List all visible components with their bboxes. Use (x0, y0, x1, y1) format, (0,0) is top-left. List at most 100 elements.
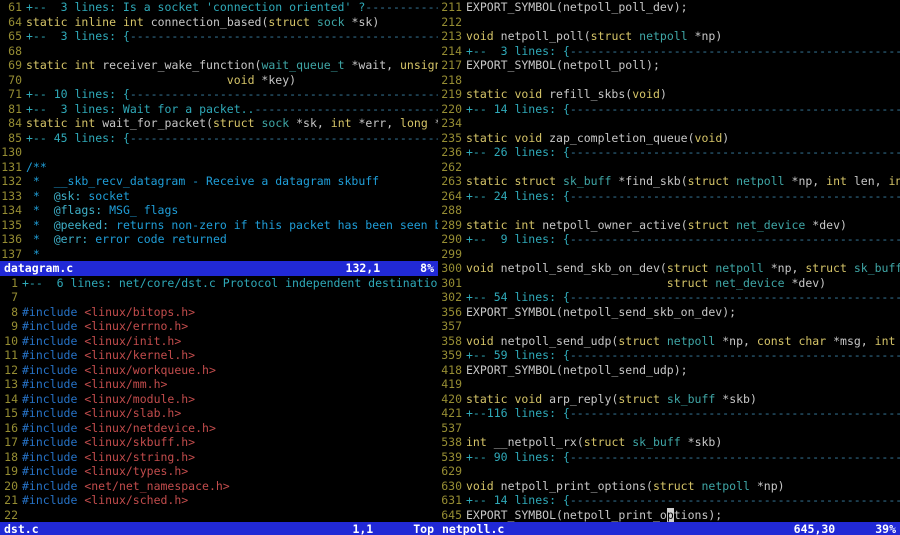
code-line[interactable]: 85+-- 45 lines: {-----------------------… (0, 131, 438, 146)
code-line[interactable]: 359+-- 59 lines: {----------------------… (438, 348, 900, 363)
code-line[interactable]: 419 (438, 377, 900, 392)
code-line[interactable]: 22 (0, 508, 438, 523)
code-text[interactable] (466, 203, 900, 218)
code-text[interactable] (466, 319, 900, 334)
code-line[interactable]: 132 * __skb_recv_datagram - Receive a da… (0, 174, 438, 189)
code-line[interactable]: 134 * @flags: MSG_ flags (0, 203, 438, 218)
code-text[interactable]: #include <linux/string.h> (22, 450, 438, 465)
code-line[interactable]: 11#include <linux/kernel.h> (0, 348, 438, 363)
code-text[interactable]: static int wait_for_packet(struct sock *… (26, 116, 438, 131)
code-text[interactable]: * @sk: socket (26, 189, 438, 204)
code-line[interactable]: 217EXPORT_SYMBOL(netpoll_poll); (438, 58, 900, 73)
code-text[interactable]: #include <linux/sched.h> (22, 493, 438, 508)
code-line[interactable]: 70 void *key) (0, 73, 438, 88)
code-text[interactable] (466, 73, 900, 88)
code-text[interactable]: static int netpoll_owner_active(struct n… (466, 218, 900, 233)
code-text[interactable]: * __skb_recv_datagram - Receive a datagr… (26, 174, 438, 189)
code-line[interactable]: 13#include <linux/mm.h> (0, 377, 438, 392)
code-text[interactable]: void netpoll_poll(struct netpoll *np) (466, 29, 900, 44)
code-line[interactable]: 211EXPORT_SYMBOL(netpoll_poll_dev); (438, 0, 900, 15)
code-text[interactable]: +-- 59 lines: {-------------------------… (466, 348, 900, 363)
buffer-dst[interactable]: 1+-- 6 lines: net/core/dst.c Protocol in… (0, 276, 438, 523)
code-line[interactable]: 539+-- 90 lines: {----------------------… (438, 450, 900, 465)
code-text[interactable]: EXPORT_SYMBOL(netpoll_poll); (466, 58, 900, 73)
code-line[interactable]: 236+-- 26 lines: {----------------------… (438, 145, 900, 160)
code-text[interactable] (22, 290, 438, 305)
code-text[interactable] (466, 15, 900, 30)
code-text[interactable] (466, 377, 900, 392)
code-line[interactable]: 418EXPORT_SYMBOL(netpoll_send_udp); (438, 363, 900, 378)
code-text[interactable]: #include <linux/types.h> (22, 464, 438, 479)
code-text[interactable]: void *key) (26, 73, 438, 88)
code-text[interactable]: #include <linux/mm.h> (22, 377, 438, 392)
code-line[interactable]: 421+--116 lines: {----------------------… (438, 406, 900, 421)
code-line[interactable]: 8#include <linux/bitops.h> (0, 305, 438, 320)
code-text[interactable]: * @err: error code returned (26, 232, 438, 247)
code-line[interactable]: 214+-- 3 lines: {-----------------------… (438, 44, 900, 59)
code-text[interactable]: +-- 54 lines: {-------------------------… (466, 290, 900, 305)
code-text[interactable]: #include <net/net_namespace.h> (22, 479, 438, 494)
code-line[interactable]: 538int __netpoll_rx(struct sk_buff *skb) (438, 435, 900, 450)
code-line[interactable]: 16#include <linux/netdevice.h> (0, 421, 438, 436)
code-line[interactable]: 65+-- 3 lines: {------------------------… (0, 29, 438, 44)
code-text[interactable]: +--116 lines: {-------------------------… (466, 406, 900, 421)
code-line[interactable]: 7 (0, 290, 438, 305)
code-line[interactable]: 630void netpoll_print_options(struct net… (438, 479, 900, 494)
code-text[interactable] (466, 160, 900, 175)
code-line[interactable]: 212 (438, 15, 900, 30)
code-line[interactable]: 357 (438, 319, 900, 334)
code-line[interactable]: 213void netpoll_poll(struct netpoll *np) (438, 29, 900, 44)
code-line[interactable]: 629 (438, 464, 900, 479)
code-text[interactable] (466, 247, 900, 262)
code-line[interactable]: 234 (438, 116, 900, 131)
code-line[interactable]: 68 (0, 44, 438, 59)
code-text[interactable] (466, 464, 900, 479)
code-text[interactable]: #include <linux/slab.h> (22, 406, 438, 421)
code-line[interactable]: 358void netpoll_send_udp(struct netpoll … (438, 334, 900, 349)
code-text[interactable]: struct net_device *dev) (466, 276, 900, 291)
code-line[interactable]: 631+-- 14 lines: {----------------------… (438, 493, 900, 508)
code-line[interactable]: 130 (0, 145, 438, 160)
code-text[interactable]: void netpoll_send_udp(struct netpoll *np… (466, 334, 900, 349)
code-line[interactable]: 356EXPORT_SYMBOL(netpoll_send_skb_on_dev… (438, 305, 900, 320)
code-text[interactable]: +-- 26 lines: {-------------------------… (466, 145, 900, 160)
code-text[interactable]: #include <linux/init.h> (22, 334, 438, 349)
code-text[interactable]: +-- 6 lines: net/core/dst.c Protocol ind… (22, 276, 438, 291)
code-text[interactable]: #include <linux/kernel.h> (22, 348, 438, 363)
code-line[interactable]: 61+-- 3 lines: Is a socket 'connection o… (0, 0, 438, 15)
code-text[interactable]: static void refill_skbs(void) (466, 87, 900, 102)
code-text[interactable]: EXPORT_SYMBOL(netpoll_send_udp); (466, 363, 900, 378)
code-line[interactable]: 19#include <linux/types.h> (0, 464, 438, 479)
code-text[interactable]: void netpoll_print_options(struct netpol… (466, 479, 900, 494)
code-line[interactable]: 235static void zap_completion_queue(void… (438, 131, 900, 146)
code-line[interactable]: 10#include <linux/init.h> (0, 334, 438, 349)
code-text[interactable]: +-- 3 lines: {--------------------------… (26, 29, 438, 44)
code-line[interactable]: 137 * (0, 247, 438, 262)
code-line[interactable]: 300void netpoll_send_skb_on_dev(struct n… (438, 261, 900, 276)
code-line[interactable]: 133 * @sk: socket (0, 189, 438, 204)
code-text[interactable]: int __netpoll_rx(struct sk_buff *skb) (466, 435, 900, 450)
code-text[interactable]: EXPORT_SYMBOL(netpoll_poll_dev); (466, 0, 900, 15)
code-text[interactable] (22, 508, 438, 523)
code-text[interactable]: static inline int connection_based(struc… (26, 15, 438, 30)
code-line[interactable]: 264+-- 24 lines: {----------------------… (438, 189, 900, 204)
code-line[interactable]: 289static int netpoll_owner_active(struc… (438, 218, 900, 233)
code-line[interactable]: 64static inline int connection_based(str… (0, 15, 438, 30)
code-text[interactable]: +-- 3 lines: {--------------------------… (466, 44, 900, 59)
code-text[interactable] (466, 116, 900, 131)
code-text[interactable]: +-- 90 lines: {-------------------------… (466, 450, 900, 465)
code-text[interactable] (466, 421, 900, 436)
code-line[interactable]: 15#include <linux/slab.h> (0, 406, 438, 421)
code-text[interactable]: +-- 14 lines: {-------------------------… (466, 102, 900, 117)
code-line[interactable]: 131/** (0, 160, 438, 175)
code-text[interactable]: static struct sk_buff *find_skb(struct n… (466, 174, 900, 189)
code-line[interactable]: 21#include <linux/sched.h> (0, 493, 438, 508)
code-line[interactable]: 81+-- 3 lines: Wait for a packet..------… (0, 102, 438, 117)
code-text[interactable]: +-- 45 lines: {-------------------------… (26, 131, 438, 146)
code-line[interactable]: 14#include <linux/module.h> (0, 392, 438, 407)
code-text[interactable]: * @flags: MSG_ flags (26, 203, 438, 218)
code-line[interactable]: 537 (438, 421, 900, 436)
code-line[interactable]: 219static void refill_skbs(void) (438, 87, 900, 102)
code-line[interactable]: 136 * @err: error code returned (0, 232, 438, 247)
code-line[interactable]: 262 (438, 160, 900, 175)
